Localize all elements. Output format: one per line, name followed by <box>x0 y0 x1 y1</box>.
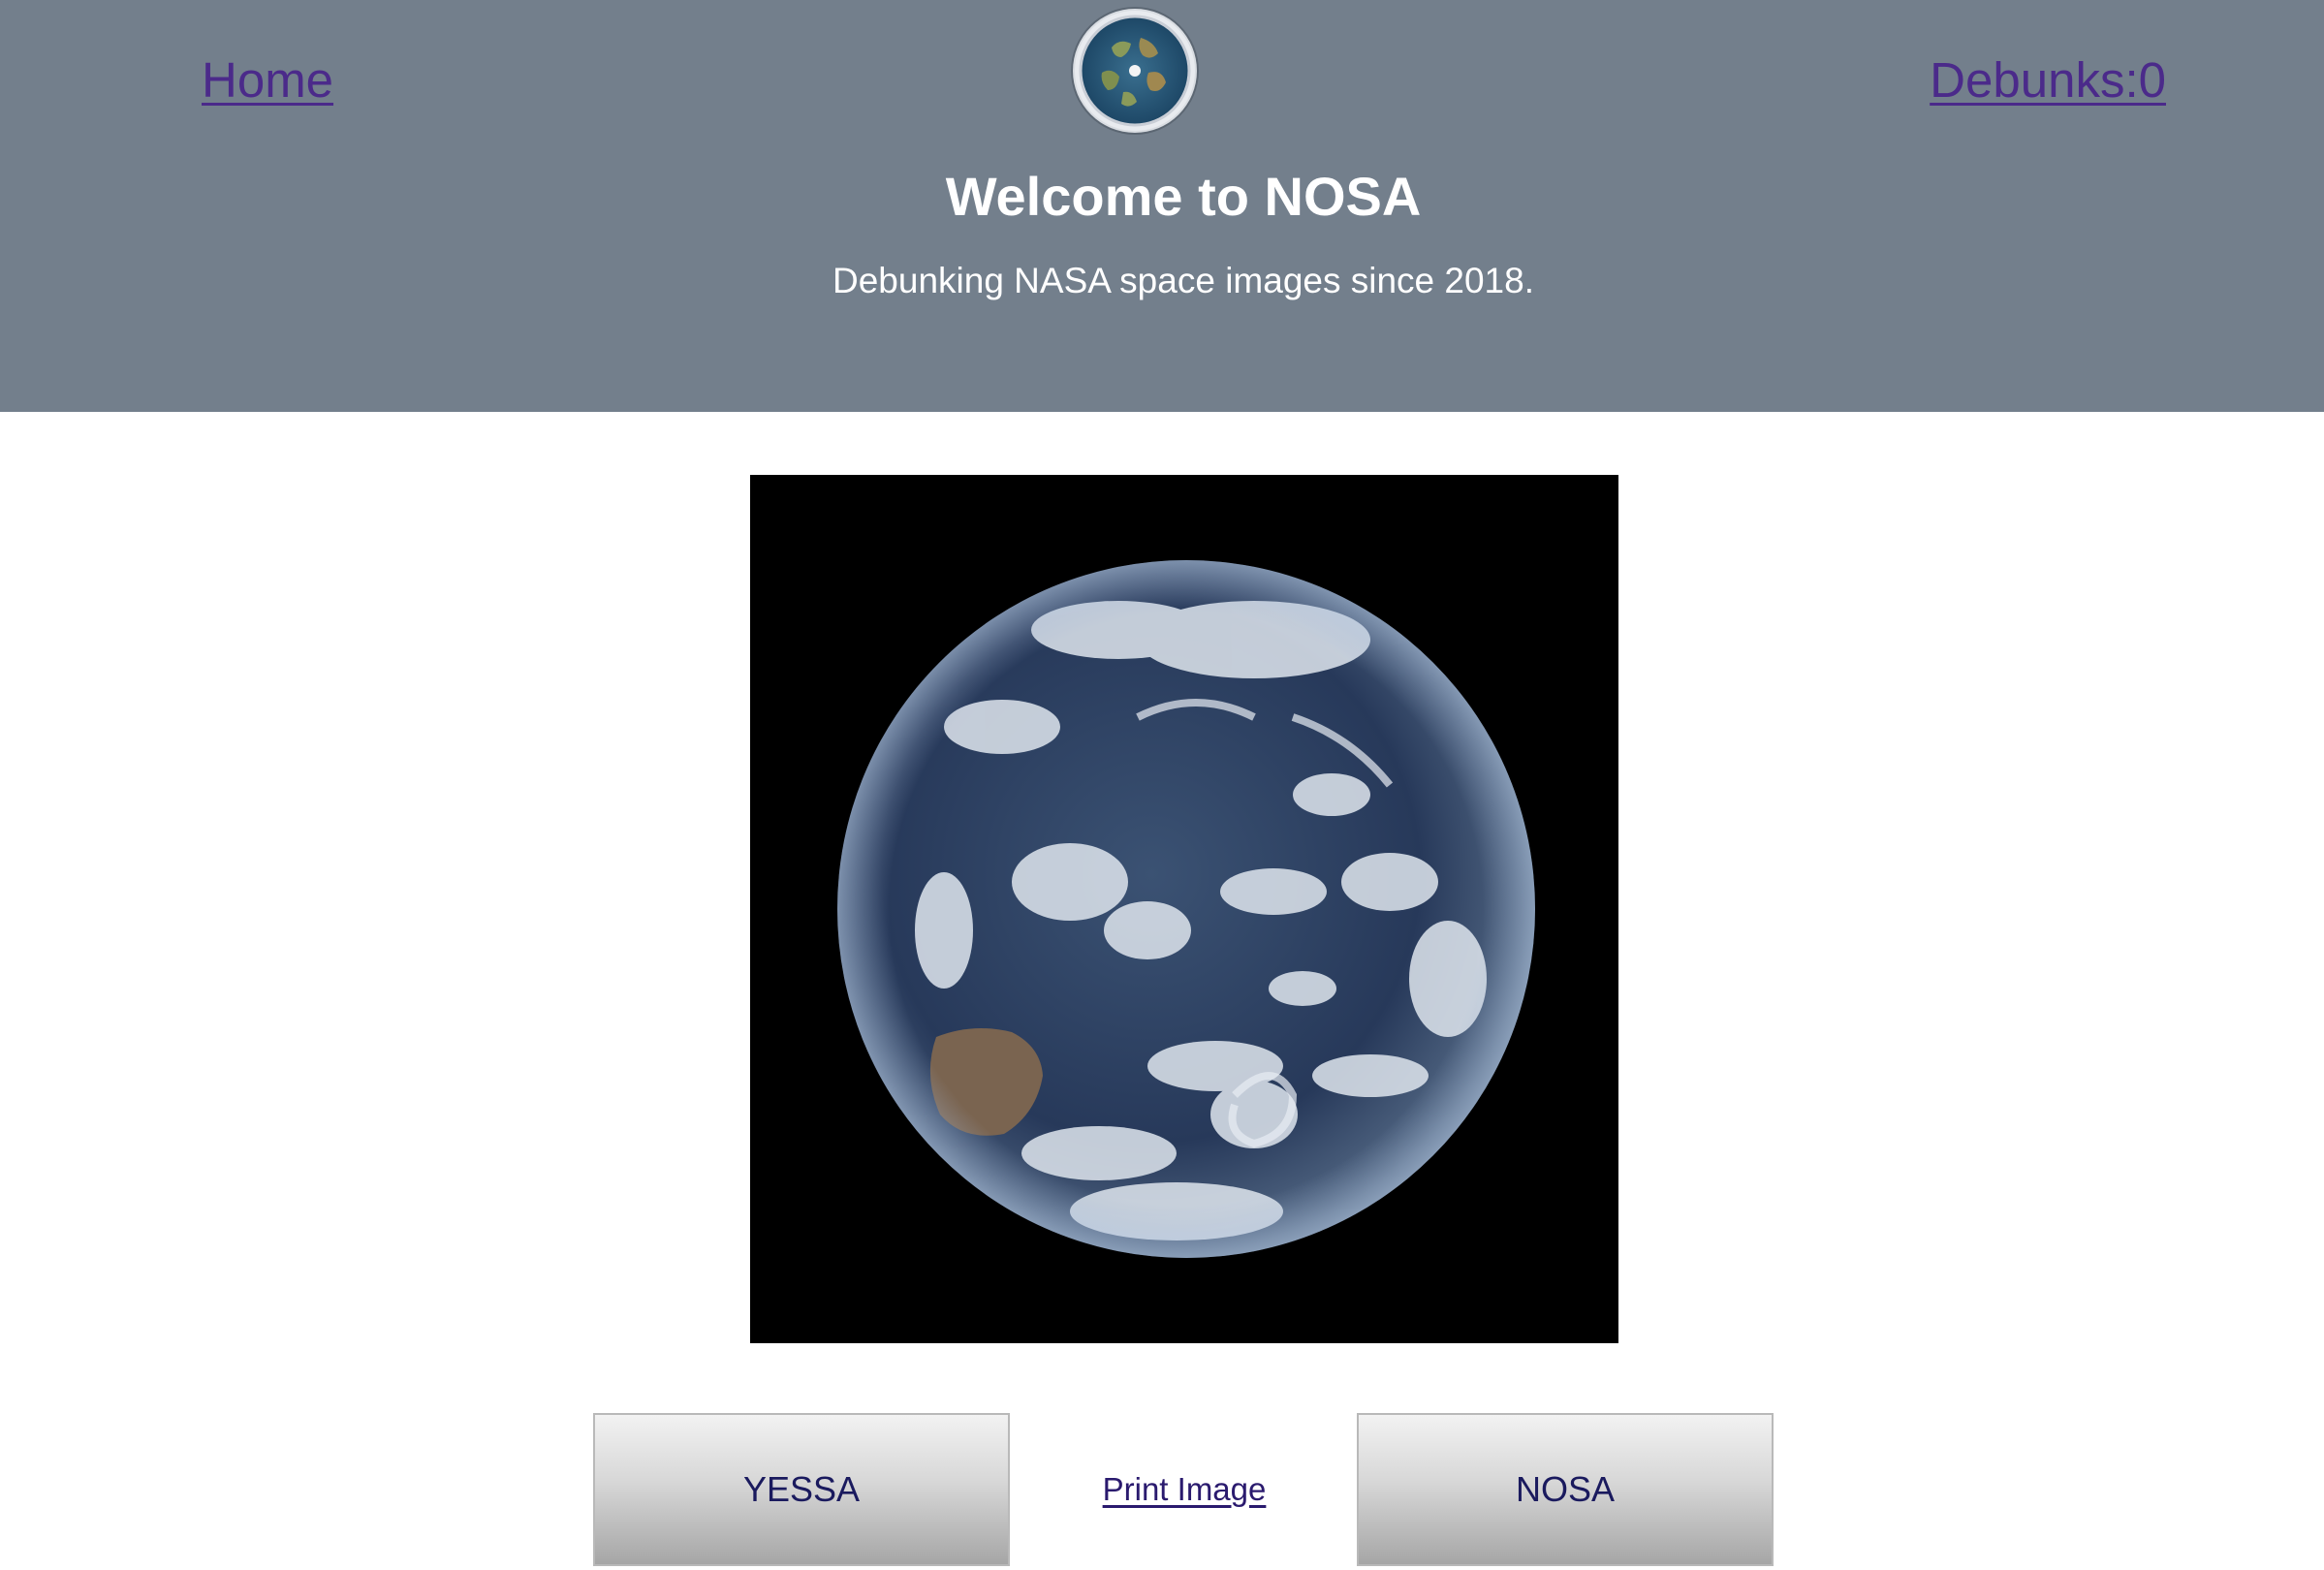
yessa-button[interactable]: YESSA <box>593 1413 1010 1566</box>
earth-photo <box>750 475 1618 1343</box>
nosa-button[interactable]: NOSA <box>1357 1413 1774 1566</box>
debunks-counter-link[interactable]: Debunks:0 <box>1930 48 2166 112</box>
page-subtitle: Debunking NASA space images since 2018. <box>832 261 1534 300</box>
print-image-link[interactable]: Print Image <box>1066 1467 1303 1512</box>
flat-earth-logo-icon <box>1073 9 1197 133</box>
site-header: Home Debunks:0 Welcome to NOSA Debunking… <box>0 0 2324 412</box>
home-link[interactable]: Home <box>202 48 333 112</box>
page-title: Welcome to NOSA <box>945 166 1422 227</box>
